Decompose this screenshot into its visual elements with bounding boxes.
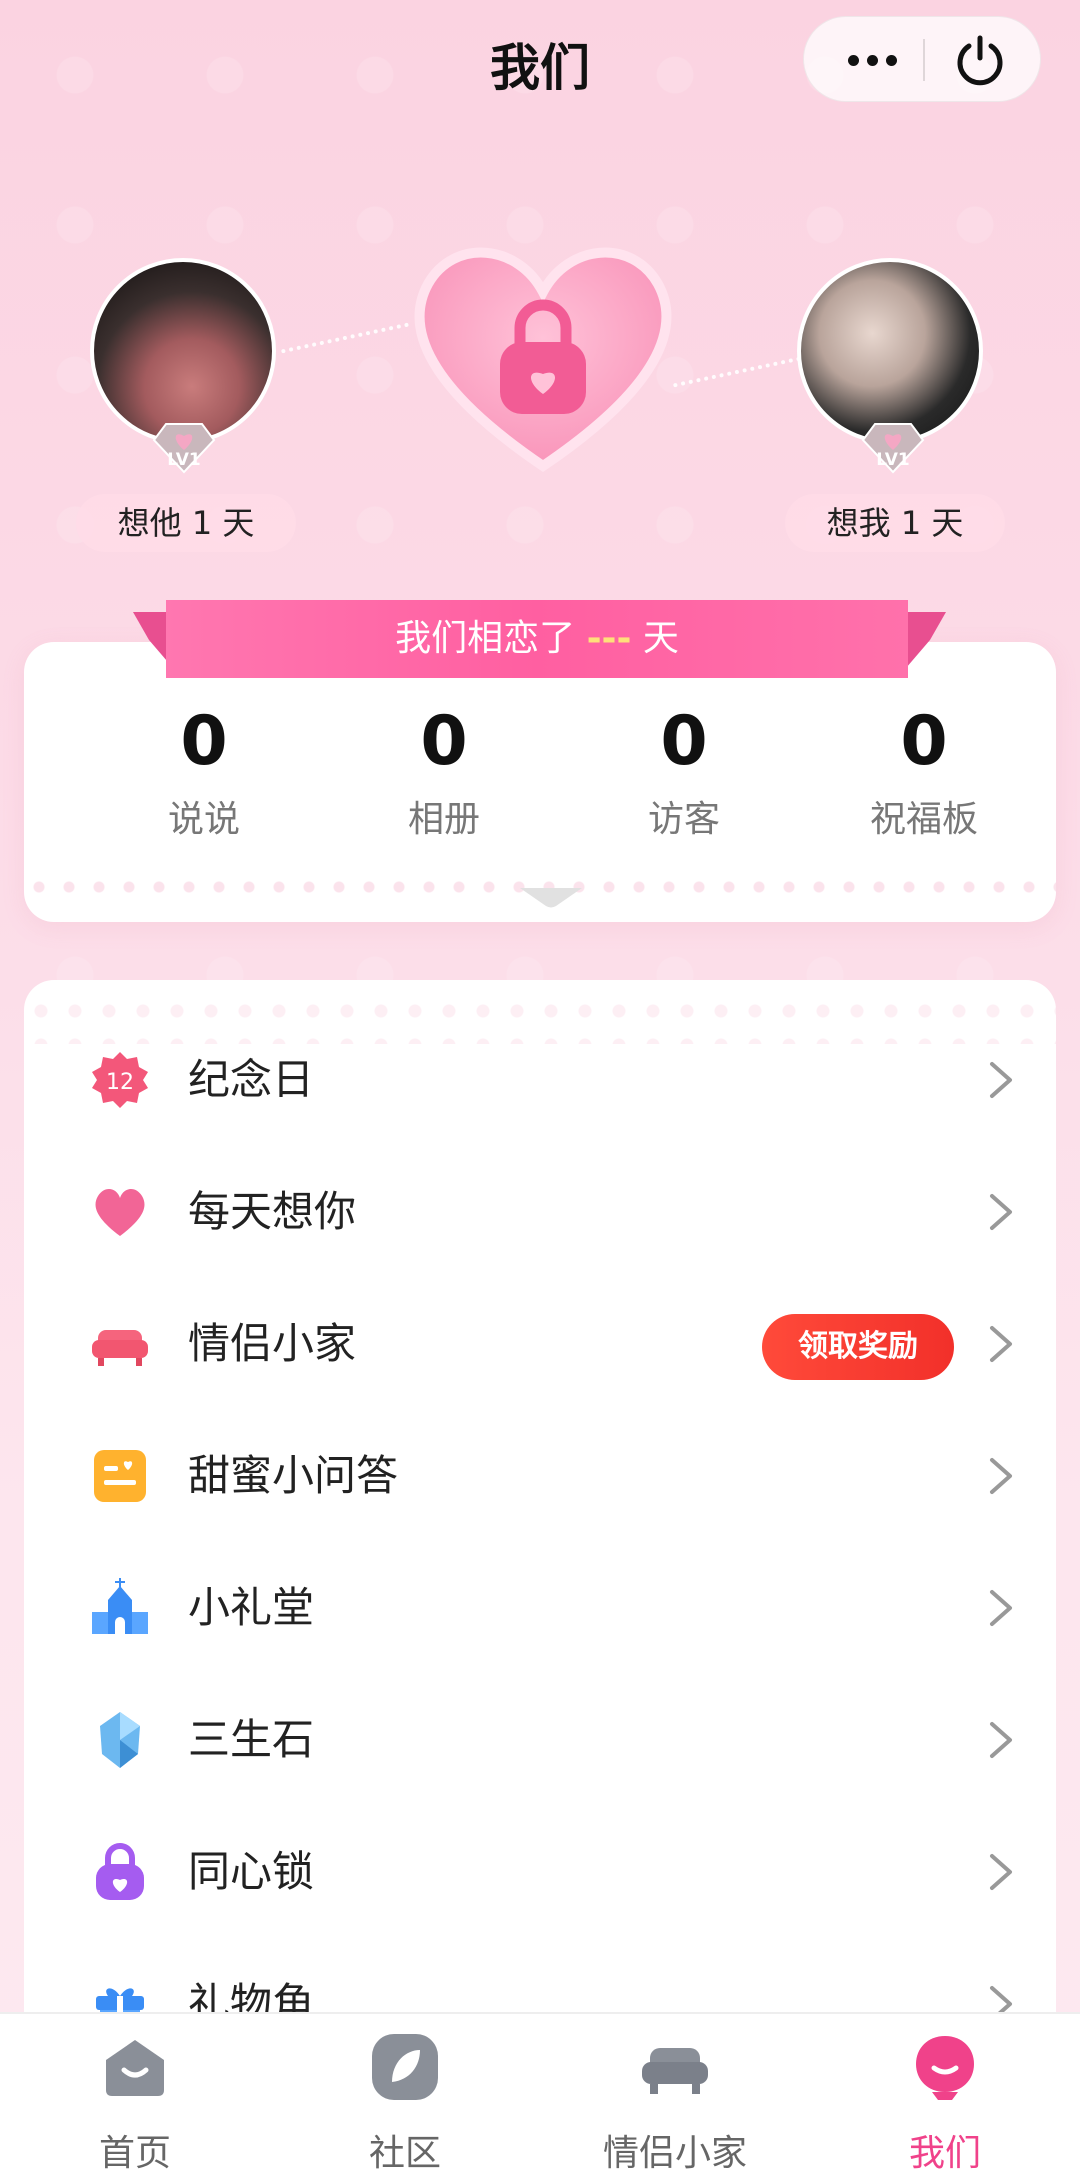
menu-label-chapel: 小礼堂 (188, 1583, 315, 1632)
chevron-right-icon (986, 1850, 1016, 1894)
chevron-right-icon (986, 1718, 1016, 1762)
power-icon[interactable] (952, 34, 1008, 86)
menu-item-anniversary[interactable]: 12 纪念日 (24, 1014, 1056, 1146)
menu-label-sweet-quiz: 甜蜜小问答 (188, 1451, 399, 1500)
quiz-card-icon (90, 1446, 150, 1506)
menu-item-chapel[interactable]: 小礼堂 (24, 1542, 1056, 1674)
together-suffix: 天 (642, 618, 679, 659)
mini-program-capsule (803, 16, 1041, 102)
stat-visitors-label: 访客 (647, 799, 720, 840)
my-avatar[interactable] (797, 258, 983, 444)
miss-him-pill[interactable]: 想他 1 天 (76, 494, 296, 552)
menu-item-love-lock[interactable]: 同心锁 (24, 1806, 1056, 1938)
svg-text:12: 12 (106, 1070, 134, 1095)
expand-chevron-icon[interactable] (516, 882, 586, 910)
chevron-right-icon (986, 1190, 1016, 1234)
menu-item-three-life-stone[interactable]: 三生石 (24, 1674, 1056, 1806)
chapel-icon (90, 1578, 150, 1638)
menu-item-sweet-quiz[interactable]: 甜蜜小问答 (24, 1410, 1056, 1542)
home-icon (100, 2032, 170, 2102)
stats-card: 0 说说 0 相册 0 访客 0 祝福板 (24, 642, 1056, 922)
tab-label-community: 社区 (368, 2133, 441, 2174)
menu-label-love-lock: 同心锁 (188, 1847, 315, 1896)
sofa-icon (640, 2032, 710, 2102)
stat-visitors[interactable]: 0 访客 (564, 702, 804, 842)
partner-avatar[interactable] (90, 258, 276, 444)
stat-posts-value: 0 (180, 702, 228, 781)
tab-us[interactable]: 我们 (810, 2014, 1080, 2180)
chevron-right-icon (986, 1322, 1016, 1366)
more-icon[interactable] (832, 37, 912, 83)
level-badge-right: LV1 (861, 420, 925, 474)
stat-blessing-label: 祝福板 (869, 799, 978, 840)
menu-label-couple-home: 情侣小家 (188, 1319, 357, 1368)
capsule-divider (923, 39, 925, 81)
stat-blessing-value: 0 (900, 702, 948, 781)
together-prefix: 我们相恋了 (395, 618, 576, 659)
level-badge-left: LV1 (152, 420, 216, 474)
tab-home[interactable]: 首页 (0, 2014, 270, 2180)
crystal-stone-icon (90, 1710, 150, 1770)
tab-community[interactable]: 社区 (270, 2014, 540, 2180)
together-days-ribbon: 我们相恋了 --- 天 (166, 600, 908, 678)
heart-icon (90, 1182, 150, 1242)
calendar-12-icon: 12 (90, 1050, 150, 1110)
stat-posts-label: 说说 (167, 799, 240, 840)
top-bar: 我们 (0, 0, 1080, 120)
sofa-icon (90, 1314, 150, 1374)
tab-label-couple-home: 情侣小家 (602, 2133, 747, 2174)
together-days: --- (586, 618, 632, 659)
claim-reward-button[interactable]: 领取奖励 (762, 1314, 954, 1380)
us-icon (910, 2032, 980, 2102)
chevron-right-icon (986, 1454, 1016, 1498)
bottom-tab-bar: 首页 社区 情侣小家 我们 (0, 2012, 1080, 2180)
menu-label-miss-you-daily: 每天想你 (188, 1187, 357, 1236)
menu-label-three-life-stone: 三生石 (188, 1715, 315, 1764)
menu-label-anniversary: 纪念日 (188, 1055, 315, 1104)
chevron-right-icon (986, 1586, 1016, 1630)
miss-me-pill[interactable]: 想我 1 天 (785, 494, 1005, 552)
stat-blessing-board[interactable]: 0 祝福板 (804, 702, 1044, 842)
tab-label-home: 首页 (98, 2133, 171, 2174)
tab-couple-home[interactable]: 情侣小家 (540, 2014, 810, 2180)
tab-label-us: 我们 (908, 2133, 981, 2174)
heart-lock-icon (90, 1842, 150, 1902)
chevron-right-icon (986, 1058, 1016, 1102)
stat-album-label: 相册 (407, 799, 480, 840)
menu-item-couple-home[interactable]: 情侣小家 领取奖励 (24, 1278, 1056, 1410)
stat-album-value: 0 (420, 702, 468, 781)
stat-posts[interactable]: 0 说说 (84, 702, 324, 842)
love-lock-heart[interactable] (398, 228, 688, 488)
community-leaf-icon (370, 2032, 440, 2102)
stat-album[interactable]: 0 相册 (324, 702, 564, 842)
stat-visitors-value: 0 (660, 702, 708, 781)
menu-item-miss-you-daily[interactable]: 每天想你 (24, 1146, 1056, 1278)
